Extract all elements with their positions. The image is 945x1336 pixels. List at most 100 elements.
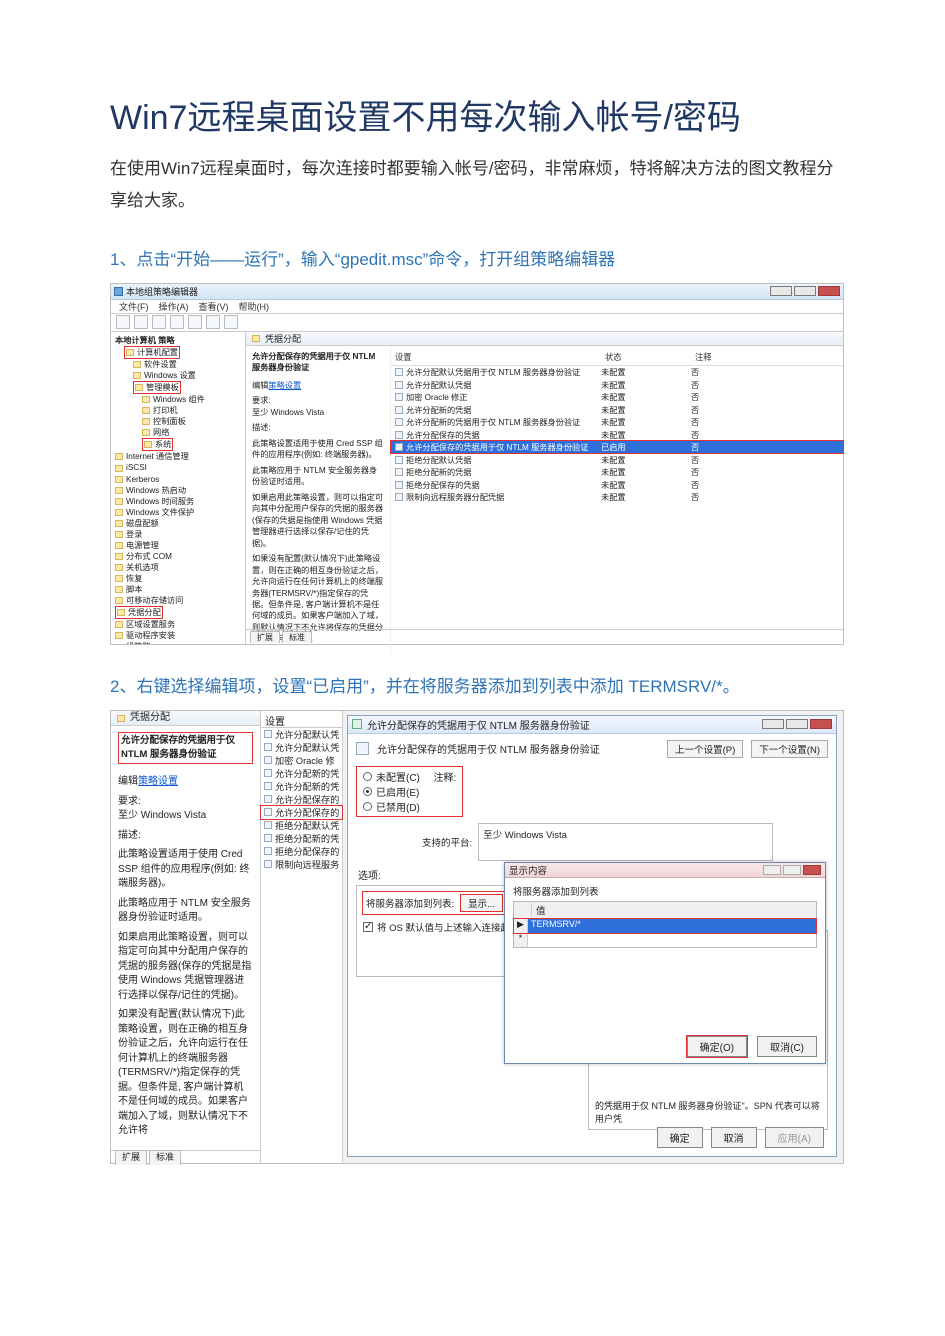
tree-item[interactable]: 网络	[115, 427, 241, 438]
settings-row[interactable]: 拒绝分配保存的	[261, 845, 342, 858]
settings-row[interactable]: 拒绝分配默认凭	[261, 819, 342, 832]
tree-item[interactable]: 分布式 COM	[115, 551, 241, 562]
tree-item[interactable]: 磁盘配额	[115, 518, 241, 529]
tree-item[interactable]: 可移动存储访问	[115, 595, 241, 606]
settings-row[interactable]: 允许分配保存的凭据用于仅 NTLM 服务器身份验证已启用否	[391, 441, 843, 454]
filter-icon[interactable]	[224, 315, 238, 329]
settings-row[interactable]: 拒绝分配新的凭据未配置否	[391, 466, 843, 479]
folder-icon	[115, 531, 123, 538]
tree-item[interactable]: Windows 热启动	[115, 485, 241, 496]
close-icon[interactable]	[803, 865, 821, 875]
tree-item[interactable]: 控制面板	[115, 416, 241, 427]
tree-item[interactable]: Windows 时间服务	[115, 496, 241, 507]
minimize-icon[interactable]	[762, 719, 784, 729]
tree-root[interactable]: 本地计算机 策略	[115, 335, 241, 346]
next-setting-button[interactable]: 下一个设置(N)	[751, 740, 828, 758]
settings-row[interactable]: 允许分配默认凭据用于仅 NTLM 服务器身份验证未配置否	[391, 366, 843, 379]
tab-standard[interactable]: 标准	[282, 631, 312, 643]
menu-action[interactable]: 操作(A)	[159, 300, 189, 313]
settings-row[interactable]: 拒绝分配新的凭	[261, 832, 342, 845]
maximize-icon[interactable]	[783, 865, 801, 875]
grid-new-row[interactable]	[528, 933, 816, 947]
radio-unconfigured[interactable]	[363, 772, 372, 781]
tree-item[interactable]: 脚本	[115, 584, 241, 595]
tree-item[interactable]: Windows 文件保护	[115, 507, 241, 518]
prev-setting-button[interactable]: 上一个设置(P)	[667, 740, 743, 758]
settings-row[interactable]: 限制向远程服务器分配凭据未配置否	[391, 491, 843, 504]
settings-row[interactable]: 允许分配默认凭	[261, 728, 342, 741]
settings-row[interactable]: 允许分配新的凭据用于仅 NTLM 服务器身份验证未配置否	[391, 416, 843, 429]
server-list-grid[interactable]: 值 ▶TERMSRV/* *	[513, 901, 817, 948]
tree-item[interactable]: 驱动程序安装	[115, 630, 241, 641]
inner-ok-button[interactable]: 确定(O)	[687, 1036, 747, 1057]
settings-row[interactable]: 允许分配保存的	[261, 806, 342, 819]
show-button[interactable]: 显示...	[460, 894, 503, 912]
folder-icon	[115, 621, 123, 628]
tree-item[interactable]: 组策略	[115, 641, 241, 643]
grid-col-value[interactable]: 值	[532, 903, 812, 917]
settings-row[interactable]: 允许分配新的凭	[261, 767, 342, 780]
tab-standard[interactable]: 标准	[149, 1150, 181, 1164]
refresh-icon[interactable]	[170, 315, 184, 329]
forward-icon[interactable]	[134, 315, 148, 329]
minimize-icon[interactable]	[770, 286, 792, 296]
radio-disabled[interactable]	[363, 802, 372, 811]
menu-view[interactable]: 查看(V)	[199, 300, 229, 313]
settings-row[interactable]: 加密 Oracle 修正未配置否	[391, 391, 843, 404]
menu-file[interactable]: 文件(F)	[119, 300, 149, 313]
settings-row[interactable]: 拒绝分配默认凭据未配置否	[391, 453, 843, 466]
close-icon[interactable]	[818, 286, 840, 296]
tree-item[interactable]: 管理模板	[115, 381, 241, 394]
props-icon[interactable]	[188, 315, 202, 329]
edit-policy-link[interactable]: 策略设置	[138, 776, 178, 787]
tree-item[interactable]: 打印机	[115, 405, 241, 416]
col-setting[interactable]: 设置	[261, 711, 342, 728]
col-note[interactable]: 注释	[691, 349, 843, 365]
help-icon[interactable]	[206, 315, 220, 329]
tree-item[interactable]: 恢复	[115, 573, 241, 584]
maximize-icon[interactable]	[794, 286, 816, 296]
inner-cancel-button[interactable]: 取消(C)	[757, 1036, 817, 1057]
tree-item[interactable]: iSCSI	[115, 462, 241, 473]
close-icon[interactable]	[810, 719, 832, 729]
tree-item[interactable]: 系统	[115, 438, 241, 451]
tree-item[interactable]: 计算机配置	[115, 346, 241, 359]
tree-item[interactable]: 凭据分配	[115, 606, 241, 619]
ok-button[interactable]: 确定	[657, 1127, 703, 1148]
settings-row[interactable]: 允许分配保存的凭据未配置否	[391, 428, 843, 441]
tree-item[interactable]: Internet 通信管理	[115, 451, 241, 462]
tree-item[interactable]: 软件设置	[115, 359, 241, 370]
settings-row[interactable]: 允许分配新的凭据未配置否	[391, 403, 843, 416]
policy-tree[interactable]: 本地计算机 策略 计算机配置软件设置Windows 设置管理模板Windows …	[111, 332, 246, 644]
settings-row[interactable]: 加密 Oracle 修	[261, 754, 342, 767]
tree-item[interactable]: 区域设置服务	[115, 619, 241, 630]
settings-row[interactable]: 允许分配保存的	[261, 793, 342, 806]
tree-item[interactable]: Windows 组件	[115, 394, 241, 405]
settings-row[interactable]: 允许分配默认凭据未配置否	[391, 378, 843, 391]
settings-row[interactable]: 允许分配新的凭	[261, 780, 342, 793]
settings-row[interactable]: 拒绝分配保存的凭据未配置否	[391, 478, 843, 491]
maximize-icon[interactable]	[786, 719, 808, 729]
settings-row[interactable]: 限制向远程服务	[261, 858, 342, 871]
tree-item[interactable]: Windows 设置	[115, 370, 241, 381]
cancel-button[interactable]: 取消	[711, 1127, 757, 1148]
col-setting[interactable]: 设置	[391, 349, 601, 365]
edit-policy-link[interactable]: 策略设置	[268, 381, 301, 390]
tree-item[interactable]: 关机选项	[115, 562, 241, 573]
concat-default-checkbox[interactable]	[363, 922, 373, 932]
tab-extended[interactable]: 扩展	[250, 631, 280, 643]
grid-cell-value[interactable]: TERMSRV/*	[528, 919, 816, 933]
apply-button[interactable]: 应用(A)	[765, 1127, 824, 1148]
minimize-icon[interactable]	[763, 865, 781, 875]
back-icon[interactable]	[116, 315, 130, 329]
settings-row[interactable]: 允许分配默认凭	[261, 741, 342, 754]
tab-extended[interactable]: 扩展	[115, 1150, 147, 1164]
menu-help[interactable]: 帮助(H)	[239, 300, 270, 313]
tree-item[interactable]: 登录	[115, 529, 241, 540]
row-note: 否	[691, 429, 843, 441]
tree-item[interactable]: 电源管理	[115, 540, 241, 551]
radio-enabled[interactable]	[363, 787, 372, 796]
col-state[interactable]: 状态	[601, 349, 691, 365]
up-icon[interactable]	[152, 315, 166, 329]
tree-item[interactable]: Kerberos	[115, 474, 241, 485]
